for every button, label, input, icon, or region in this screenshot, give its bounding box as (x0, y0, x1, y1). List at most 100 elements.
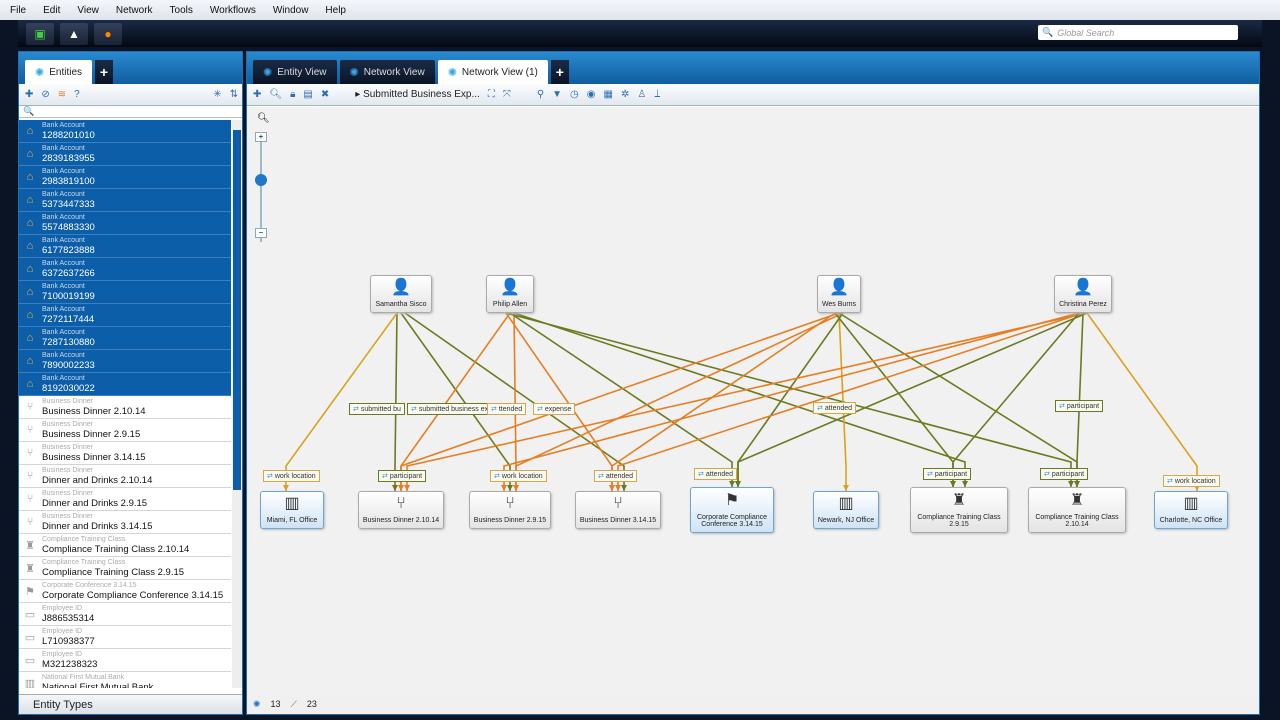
menu-window[interactable]: Window (263, 5, 316, 16)
funnel-icon[interactable]: ▼ (552, 89, 562, 100)
edge-participant[interactable] (838, 312, 1078, 487)
list-item[interactable]: ⌂ Bank Account 5373447333 (19, 189, 231, 212)
edge-label[interactable]: ⇄ work location (1163, 475, 1220, 487)
edge-label[interactable]: ⇄ work location (490, 470, 547, 482)
list-item[interactable]: ▭ Employee ID L710938377 (19, 626, 231, 649)
node-dinner[interactable]: ⑂ Business Dinner 2.9.15 (469, 491, 551, 529)
menu-workflows[interactable]: Workflows (200, 5, 263, 16)
list-item[interactable]: ⌂ Bank Account 1288201010 (19, 120, 231, 143)
globe-icon[interactable]: ● (94, 22, 122, 45)
edge-attended[interactable] (611, 312, 836, 491)
edge-label[interactable]: ⇄ participant (1040, 468, 1089, 480)
menu-edit[interactable]: Edit (33, 5, 67, 16)
list-item[interactable]: ⑂ Business Dinner Dinner and Drinks 3.14.1… (19, 511, 231, 534)
entity-types-section[interactable]: Entity Types (19, 694, 242, 714)
network-canvas[interactable]: 🔍︎ + − 👤 Samantha Sisco 👤 Philip Allen 👤 Wes … (247, 107, 1259, 694)
node-dinner[interactable]: ⑂ Business Dinner 3.14.15 (575, 491, 661, 529)
list-item[interactable]: ⑂ Business Dinner Dinner and Drinks 2.9.15 (19, 488, 231, 511)
list-item[interactable]: ⌂ Bank Account 7287130880 (19, 327, 231, 350)
edge-label[interactable]: ⇄ participant (378, 470, 427, 482)
upload-icon[interactable]: ▲ (60, 22, 88, 45)
tab-network-view-1-[interactable]: ✺ Network View (1) (437, 60, 548, 84)
node-training[interactable]: ♜ Compliance Training Class 2.10.14 (1028, 487, 1126, 533)
search-icon[interactable]: 🔍︎ (269, 89, 282, 100)
hierarchy-icon[interactable]: ♙ (637, 89, 646, 100)
node-office[interactable]: ▥ Miami, FL Office (260, 491, 324, 529)
filter-icon[interactable]: ⚲ (537, 89, 544, 100)
global-search-input[interactable]: 🔍 Global Search (1038, 25, 1238, 40)
list-item[interactable]: ▥ National First Mutual Bank National Firs… (19, 672, 231, 689)
edge-attended[interactable] (503, 312, 1080, 491)
list-item[interactable]: ▭ Employee ID J886535314 (19, 603, 231, 626)
edge-label[interactable]: ⇄ participant (923, 468, 972, 480)
network-icon[interactable]: ✳ (213, 89, 221, 100)
expand-icon[interactable]: ⛶ (488, 89, 495, 100)
tab-entity-view[interactable]: ✺ Entity View (253, 60, 337, 84)
edge-work-location[interactable] (1086, 312, 1198, 491)
edge-label[interactable]: ⇄ attended (594, 470, 638, 482)
add-tab-button[interactable]: + (95, 60, 114, 84)
node-person[interactable]: 👤 Samantha Sisco (370, 275, 432, 313)
eye-icon[interactable]: ◉ (587, 89, 596, 100)
tab-network-view[interactable]: ✺ Network View (339, 60, 435, 84)
edge-attended[interactable] (515, 312, 844, 491)
edge-label[interactable]: ⇄ submitted bu (349, 403, 405, 415)
node-person[interactable]: 👤 Philip Allen (486, 275, 534, 313)
help-icon[interactable]: ? (74, 89, 80, 100)
filter-icon[interactable]: ≋ (58, 89, 66, 100)
add-icon[interactable]: ✚ (25, 89, 33, 100)
node-person[interactable]: 👤 Christina Perez (1054, 275, 1112, 313)
edge-participant[interactable] (737, 312, 1088, 487)
menu-tools[interactable]: Tools (160, 5, 200, 16)
node-person[interactable]: 👤 Wes Burns (817, 275, 861, 313)
sort-icon[interactable]: ⇅ (230, 89, 242, 100)
list-item[interactable]: ⑂ Business Dinner Business Dinner 2.9.15 (19, 419, 231, 442)
add-icon[interactable]: ✚ (253, 89, 261, 100)
edge-participant[interactable] (834, 312, 954, 487)
entity-search-input[interactable]: 🔍 (19, 106, 242, 118)
edge-attended[interactable] (400, 312, 840, 491)
tab-entities[interactable]: ✺ Entities (25, 60, 93, 84)
layout-icon[interactable]: ▦ (604, 89, 613, 100)
edge-label[interactable]: ⇄ attended (813, 402, 857, 414)
list-item[interactable]: ⌂ Bank Account 2839183955 (19, 143, 231, 166)
list-item[interactable]: ⑂ Business Dinner Dinner and Drinks 2.10.1… (19, 465, 231, 488)
node-training[interactable]: ♜ Compliance Training Class 2.9.15 (910, 487, 1008, 533)
list-item[interactable]: ♜ Compliance Training Class Compliance Tra… (19, 534, 231, 557)
list-item[interactable]: ⚑ Corporate Conference 3.14.15 Corporate C… (19, 580, 231, 603)
fit-icon[interactable]: ⟘ (654, 89, 660, 100)
scrollbar-thumb[interactable] (233, 130, 241, 490)
menu-network[interactable]: Network (106, 5, 160, 16)
link-icon[interactable]: ⊘ (41, 89, 49, 100)
edge-label[interactable]: ⇄ participant (1055, 400, 1104, 412)
list-item[interactable]: ⌂ Bank Account 6177823888 (19, 235, 231, 258)
list-item[interactable]: ♜ Compliance Training Class Compliance Tra… (19, 557, 231, 580)
node-office[interactable]: ▥ Newark, NJ Office (813, 491, 879, 529)
edge-participant[interactable] (394, 312, 398, 491)
node-office[interactable]: ▥ Charlotte, NC Office (1154, 491, 1228, 529)
edge-label[interactable]: ⇄ expense (533, 403, 576, 415)
list-item[interactable]: ⌂ Bank Account 7272117444 (19, 304, 231, 327)
edge-label[interactable]: ⇄ attended (694, 468, 738, 480)
menu-help[interactable]: Help (315, 5, 353, 16)
edge-label[interactable]: ⇄ ttended (487, 403, 527, 415)
breadcrumb[interactable]: ▸ Submitted Business Exp... (355, 89, 480, 100)
edge-label[interactable]: ⇄ work location (263, 470, 320, 482)
list-item[interactable]: ⑂ Business Dinner Business Dinner 3.14.15 (19, 442, 231, 465)
clock-icon[interactable]: ◷ (570, 89, 579, 100)
list-item[interactable]: ⌂ Bank Account 5574883330 (19, 212, 231, 235)
scrollbar[interactable] (232, 120, 242, 688)
collapse-icon[interactable]: ⤧ (503, 89, 511, 100)
edge-attended[interactable] (513, 312, 517, 491)
import-icon[interactable]: ▣ (26, 22, 54, 45)
delete-icon[interactable]: ✖ (321, 89, 329, 100)
list-item[interactable]: ⑂ Business Dinner Business Dinner 2.10.14 (19, 396, 231, 419)
add-view-button[interactable]: + (550, 60, 569, 84)
lock-icon[interactable]: 🔒︎ (290, 89, 295, 100)
circle-layout-icon[interactable]: ✲ (621, 89, 629, 100)
list-item[interactable]: ⌂ Bank Account 7100019199 (19, 281, 231, 304)
menu-view[interactable]: View (67, 5, 106, 16)
list-item[interactable]: ⌂ Bank Account 2983819100 (19, 166, 231, 189)
node-dinner[interactable]: ⑂ Business Dinner 2.10.14 (358, 491, 444, 529)
edge-work-location[interactable] (285, 312, 398, 491)
